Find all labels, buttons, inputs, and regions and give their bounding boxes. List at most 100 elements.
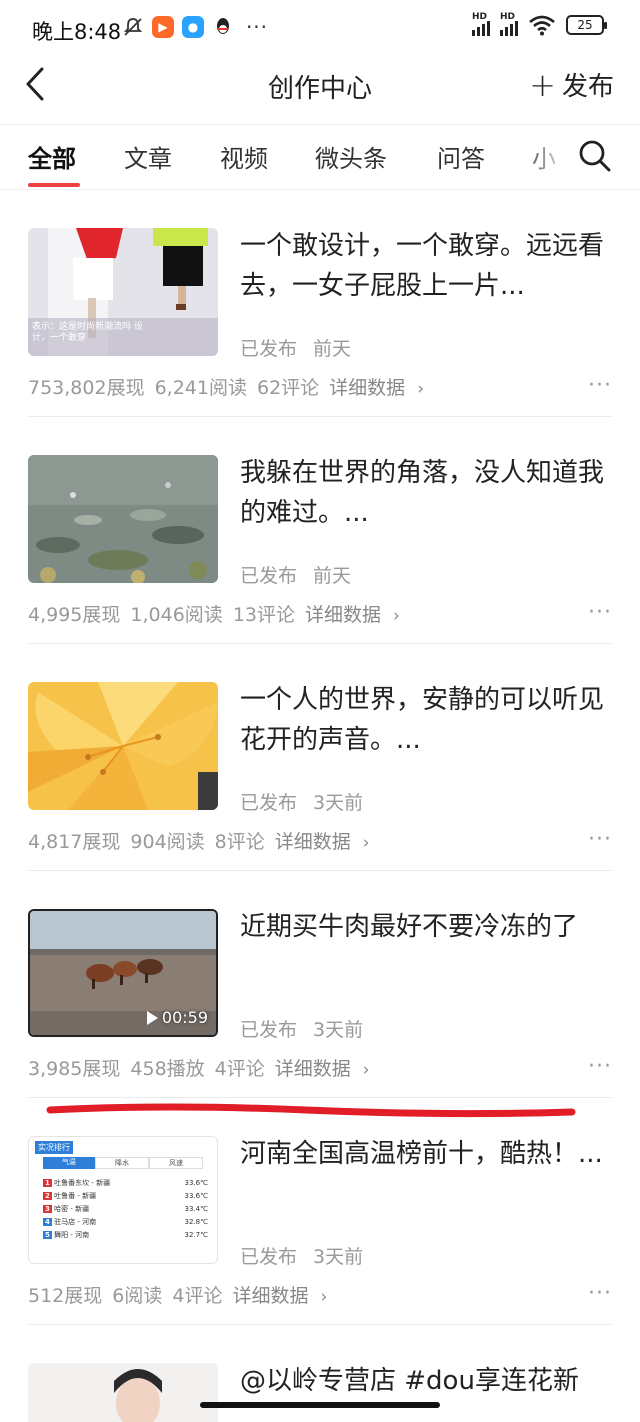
thumbnail-image	[28, 682, 218, 810]
chat-app-icon: ●	[182, 16, 204, 38]
list-item[interactable]: 表示：这是时尚新潮流吗 设计，一个敢穿 一个敢设计，一个敢穿。远远看去，一女子屁…	[0, 190, 640, 417]
item-meta: 已发布 前天	[240, 334, 351, 361]
signal-icon: HD	[500, 12, 518, 36]
reads-count: 6,241阅读	[154, 377, 247, 399]
publish-time: 3天前	[313, 1019, 364, 1041]
thumbnail-image	[28, 1363, 218, 1422]
list-item[interactable]: 我躲在世界的角落，没人知道我的难过。... 已发布 前天 4,995展现 1,0…	[0, 417, 640, 644]
play-icon	[146, 1010, 158, 1025]
publish-status: 已发布	[240, 792, 298, 814]
mute-bell-icon	[122, 16, 144, 38]
more-options-button[interactable]: ···	[588, 1281, 612, 1306]
impressions-count: 4,995展现	[28, 604, 121, 626]
tab-all[interactable]: 全部	[28, 139, 76, 174]
detail-data-link[interactable]: 详细数据 ›	[232, 1281, 337, 1308]
more-dots-icon: ···	[245, 15, 269, 39]
nav-bar: 创作中心 + 发布	[0, 60, 640, 124]
publish-status: 已发布	[240, 338, 298, 360]
item-stats: 753,802展现 6,241阅读 62评论 详细数据 ›	[28, 373, 444, 400]
tab-videos[interactable]: 视频	[220, 139, 268, 174]
thumbnail-image	[28, 455, 218, 583]
tab-micro-posts[interactable]: 微头条	[315, 139, 387, 174]
tab-articles[interactable]: 文章	[124, 139, 172, 174]
reads-count: 6阅读	[112, 1285, 163, 1307]
item-stats: 3,985展现 458播放 4评论 详细数据 ›	[28, 1054, 390, 1081]
comments-count: 4评论	[172, 1285, 223, 1307]
active-tab-indicator	[28, 183, 80, 187]
detail-data-link[interactable]: 详细数据 ›	[305, 600, 410, 627]
more-options-button[interactable]: ···	[588, 1054, 612, 1079]
chevron-right-icon: ›	[362, 1060, 370, 1080]
thumbnail-image: 表示：这是时尚新潮流吗 设计，一个敢穿	[28, 228, 218, 356]
item-stats: 512展现 6阅读 4评论 详细数据 ›	[28, 1281, 347, 1308]
detail-data-link[interactable]: 详细数据 ›	[275, 827, 380, 854]
item-stats: 4,817展现 904阅读 8评论 详细数据 ›	[28, 827, 390, 854]
item-meta: 已发布 前天	[240, 561, 351, 588]
chevron-right-icon: ›	[393, 606, 400, 626]
publish-time: 前天	[313, 565, 352, 587]
list-item[interactable]: 一个人的世界，安静的可以听见花开的声音。... 已发布 3天前 4,817展现 …	[0, 644, 640, 871]
chevron-right-icon: ›	[417, 379, 424, 399]
comments-count: 4评论	[214, 1058, 265, 1080]
video-app-icon: ▶	[152, 16, 174, 38]
video-thumbnail: 00:59	[28, 909, 218, 1037]
publish-label: 发布	[561, 72, 614, 102]
item-title[interactable]: 近期买牛肉最好不要冷冻的了	[240, 907, 610, 947]
impressions-count: 512展现	[28, 1285, 103, 1307]
impressions-count: 4,817展现	[28, 831, 121, 853]
more-options-button[interactable]: ···	[588, 827, 612, 852]
plus-icon: +	[529, 65, 556, 104]
publish-time: 前天	[313, 338, 352, 360]
item-title[interactable]: 一个人的世界，安静的可以听见花开的声音。...	[240, 680, 610, 760]
impressions-count: 3,985展现	[28, 1058, 121, 1080]
list-item[interactable]: 00:59 近期买牛肉最好不要冷冻的了 已发布 3天前 3,985展现 458播…	[0, 871, 640, 1098]
ranking-tabs: 气温 降水 风速	[43, 1157, 203, 1169]
item-meta: 已发布 3天前	[240, 788, 363, 815]
thumbnail-caption: 表示：这是时尚新潮流吗 设计，一个敢穿	[32, 322, 143, 343]
red-marker-stroke	[46, 1103, 576, 1118]
signal-icon: HD	[472, 12, 490, 36]
item-meta: 已发布 3天前	[240, 1242, 363, 1269]
plays-count: 458播放	[130, 1058, 205, 1080]
list-item[interactable]: 实况排行 气温 降水 风速 1 吐鲁番东坎 - 新疆 33.6℃ 2 吐鲁番 - …	[0, 1098, 640, 1325]
battery-icon: 25	[566, 15, 607, 35]
video-duration-badge: 00:59	[146, 1008, 208, 1027]
qq-icon	[212, 16, 234, 38]
search-button[interactable]	[578, 139, 612, 173]
ranking-rows: 1 吐鲁番东坎 - 新疆 33.6℃ 2 吐鲁番 - 新疆 33.6℃ 3 哈密 -…	[43, 1179, 208, 1239]
status-time: 晚上8:48	[32, 20, 122, 44]
item-stats: 4,995展现 1,046阅读 13评论 详细数据 ›	[28, 600, 420, 627]
search-icon	[579, 140, 611, 172]
item-title[interactable]: 一个敢设计，一个敢穿。远远看去，一女子屁股上一片...	[240, 226, 610, 306]
impressions-count: 753,802展现	[28, 377, 145, 399]
publish-time: 3天前	[313, 1246, 364, 1268]
status-bar: 晚上8:48 ▶ ● ··· HD HD 25	[0, 0, 640, 60]
chevron-right-icon: ›	[362, 833, 370, 853]
status-notification-icons: ▶ ● ···	[122, 15, 272, 39]
wifi-icon	[529, 15, 555, 36]
ranking-header: 实况排行	[35, 1141, 73, 1154]
tab-qa[interactable]: 问答	[437, 139, 485, 174]
chevron-right-icon: ›	[320, 1287, 328, 1307]
detail-data-link[interactable]: 详细数据 ›	[275, 1054, 380, 1081]
item-title[interactable]: 河南全国高温榜前十，酷热！...	[240, 1134, 610, 1174]
item-meta: 已发布 3天前	[240, 1015, 363, 1042]
comments-count: 13评论	[232, 604, 295, 626]
home-indicator[interactable]	[200, 1402, 440, 1408]
publish-button[interactable]: + 发布	[529, 66, 614, 103]
category-tabs: 全部 文章 视频 微头条 问答 小	[0, 124, 640, 190]
reads-count: 1,046阅读	[130, 604, 223, 626]
tab-fade	[520, 125, 570, 187]
more-options-button[interactable]: ···	[588, 373, 612, 398]
publish-time: 3天前	[313, 792, 364, 814]
more-options-button[interactable]: ···	[588, 600, 612, 625]
thumbnail-image: 实况排行 气温 降水 风速 1 吐鲁番东坎 - 新疆 33.6℃ 2 吐鲁番 - …	[28, 1136, 218, 1264]
publish-status: 已发布	[240, 565, 298, 587]
comments-count: 62评论	[256, 377, 320, 399]
item-title[interactable]: @以岭专营店 #dou享连花新	[240, 1361, 610, 1401]
item-title[interactable]: 我躲在世界的角落，没人知道我的难过。...	[240, 453, 610, 533]
comments-count: 8评论	[214, 831, 265, 853]
publish-status: 已发布	[240, 1246, 298, 1268]
reads-count: 904阅读	[130, 831, 205, 853]
detail-data-link[interactable]: 详细数据 ›	[329, 373, 434, 400]
